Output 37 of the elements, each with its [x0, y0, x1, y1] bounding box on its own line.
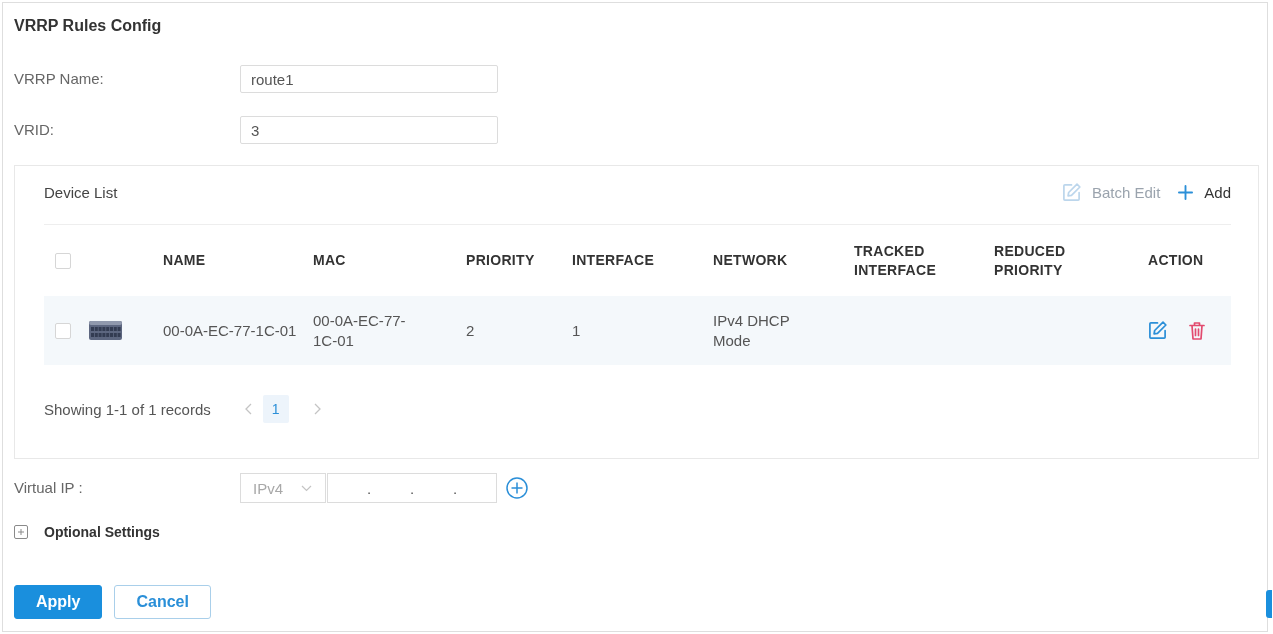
side-tab[interactable] — [1266, 590, 1272, 618]
chevron-left-icon[interactable] — [244, 403, 252, 415]
column-header: REDUCED PRIORITY — [994, 241, 1067, 280]
column-header: NAME — [163, 251, 206, 270]
field-label: VRRP Name: — [14, 70, 104, 87]
table-cell: 1 — [572, 320, 581, 341]
plus-circle-icon[interactable] — [506, 477, 528, 499]
ip-address-field[interactable]: . . . — [327, 473, 497, 503]
column-header: INTERFACE — [572, 251, 655, 270]
trash-icon[interactable] — [1189, 321, 1205, 340]
edit-icon[interactable] — [1148, 321, 1167, 340]
form-title: VRRP Rules Config — [14, 16, 162, 36]
table-cell-text: IPv4 DHCP Mode — [713, 310, 791, 351]
edit-icon — [1061, 182, 1081, 202]
plus-square-icon[interactable] — [14, 525, 28, 539]
table-cell: 00-0A-EC-77-1C-01 — [163, 320, 297, 341]
chevron-right-icon[interactable] — [313, 403, 321, 415]
pagination-summary: Showing 1-1 of 1 records — [44, 400, 211, 418]
table-cell: 2 — [466, 320, 475, 341]
column-header: NETWORK — [713, 251, 788, 270]
section-title: Device List — [44, 183, 118, 201]
network-switch-icon — [89, 321, 122, 340]
plus-icon — [1178, 184, 1194, 200]
add-button[interactable]: Add — [1178, 183, 1231, 201]
field-label: VRID: — [14, 121, 54, 138]
field-label: Virtual IP : — [14, 479, 83, 496]
text-field[interactable]: route1 — [240, 65, 498, 93]
table-cell-text: 00-0A-EC-77-1C-01 — [313, 310, 407, 351]
section-toggle[interactable]: Optional Settings — [44, 524, 160, 540]
column-header: PRIORITY — [466, 251, 535, 270]
column-header: ACTION — [1148, 251, 1204, 270]
checkbox[interactable] — [55, 252, 71, 269]
column-header: MAC — [313, 251, 346, 270]
column-header: TRACKED INTERFACE — [854, 241, 938, 280]
chevron-down-icon[interactable] — [301, 484, 312, 492]
text-field[interactable]: 3 — [240, 116, 498, 144]
checkbox[interactable] — [55, 322, 71, 339]
